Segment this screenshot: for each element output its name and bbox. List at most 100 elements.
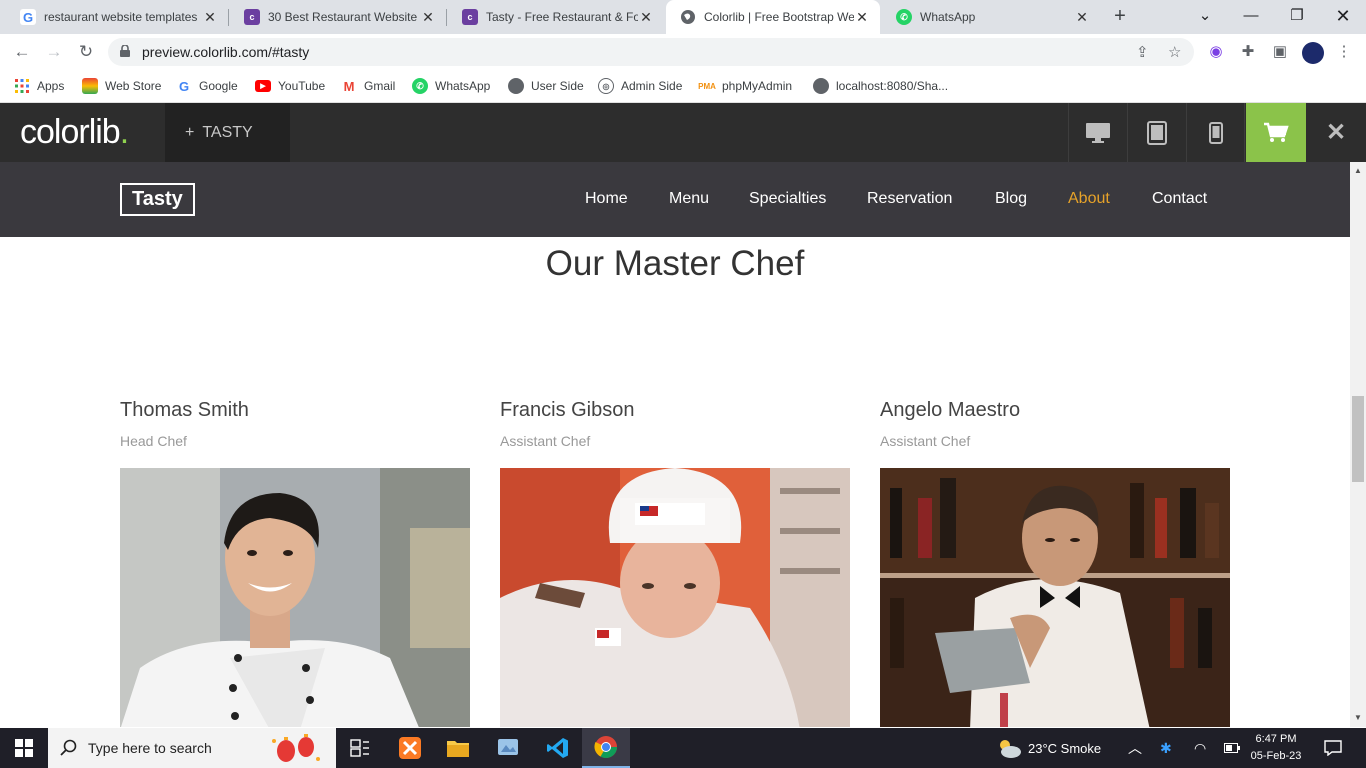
task-view-icon [350,739,369,757]
bookmark-google[interactable]: G Google [176,77,238,95]
tab-best-restaurant-website[interactable]: c 30 Best Restaurant Website T ✕ [230,0,446,34]
bookmark-phpmyadmin[interactable]: PMA phpMyAdmin [698,77,792,95]
theme-label: TASTY [202,124,253,141]
scroll-down-arrow[interactable]: ▼ [1350,711,1366,725]
xampp-button[interactable] [386,728,434,768]
google-icon: G [178,78,190,94]
bookmark-label: User Side [531,79,584,93]
window-close-button[interactable]: ✕ [1320,0,1366,34]
chrome-icon [594,736,617,758]
bookmark-gmail[interactable]: M Gmail [341,77,396,95]
colorlib-logo[interactable]: colorlib. [20,113,130,152]
notifications-icon[interactable] [1324,728,1342,768]
bookmark-admin-side[interactable]: ◎ Admin Side [598,77,682,95]
bookmark-label: localhost:8080/Sha... [836,79,949,93]
bookmark-label: Web Store [105,79,162,93]
nav-specialties[interactable]: Specialties [749,190,826,208]
chef-card: Angelo Maestro Assistant Chef [880,399,1230,727]
theme-selector[interactable]: + TASTY [165,103,290,162]
tab-strip: G restaurant website templates ✕ c 30 Be… [0,0,1366,34]
bookmark-whatsapp[interactable]: ✆ WhatsApp [412,77,490,95]
bookmark-localhost[interactable]: localhost:8080/Sha... [813,77,948,95]
nav-reservation[interactable]: Reservation [867,190,952,208]
back-button[interactable]: ← [10,40,34,64]
restore-button[interactable]: ❐ [1274,0,1320,34]
chef-role: Assistant Chef [880,433,971,449]
share-icon[interactable]: ⇪ [1136,43,1149,61]
puzzle-icon[interactable]: ✚ [1238,42,1258,62]
nav-home[interactable]: Home [585,190,628,208]
tab-whatsapp[interactable]: ✆ WhatsApp ✕ [882,0,1100,34]
tab-search-button[interactable]: ⌄ [1182,0,1228,34]
tablet-view-button[interactable] [1127,103,1186,162]
bookmark-label: WhatsApp [435,79,491,93]
google-icon: G [20,9,36,25]
bookmark-web-store[interactable]: Web Store [82,77,161,95]
nav-contact[interactable]: Contact [1152,190,1207,208]
forward-button[interactable]: → [42,40,66,64]
globe-icon [508,78,524,94]
cart-button[interactable] [1246,103,1306,162]
bookmark-label: Admin Side [621,79,683,93]
bookmark-star-icon[interactable]: ☆ [1168,43,1181,61]
chef-name: Thomas Smith [120,399,249,421]
battery-icon[interactable] [1224,728,1240,768]
windows-logo-icon [15,739,33,757]
extension-icon[interactable]: ◉ [1206,42,1226,62]
weather-widget[interactable]: 23°C Smoke [996,728,1101,768]
menu-kebab-icon[interactable]: ⋮ [1334,42,1354,62]
bookmarks-bar: Apps Web Store G Google ▶ YouTube M Gmai… [0,70,1366,103]
side-panel-icon[interactable]: ▣ [1270,42,1290,62]
bookmark-user-side[interactable]: User Side [508,77,584,95]
nav-about[interactable]: About [1068,190,1110,208]
new-tab-button[interactable]: + [1108,5,1132,29]
address-bar[interactable]: preview.colorlib.com/#tasty ⇪ ☆ [108,38,1194,66]
bookmark-apps[interactable]: Apps [14,77,64,95]
taskbar-search[interactable]: Type here to search [48,728,336,768]
reload-button[interactable]: ↻ [74,40,98,64]
taskbar-clock[interactable]: 6:47 PM 05-Feb-23 [1244,731,1308,765]
desktop-icon [1086,122,1110,143]
bookmark-label: Apps [37,79,65,93]
weather-cloud-icon [1000,740,1021,758]
close-icon[interactable]: ✕ [202,9,218,26]
tab-colorlib-active[interactable]: Colorlib | Free Bootstrap Web ✕ [666,0,880,34]
close-preview-button[interactable]: ✕ [1306,103,1366,162]
start-button[interactable] [0,728,48,768]
search-placeholder: Type here to search [88,740,212,756]
close-icon[interactable]: ✕ [638,9,654,26]
colorlib-icon: c [462,9,478,25]
wifi-icon[interactable]: ◠ [1194,728,1206,768]
tab-tasty-restaurant[interactable]: c Tasty - Free Restaurant & Foo ✕ [448,0,664,34]
tray-overflow-chevron[interactable]: ︿ [1128,728,1142,768]
bookmark-youtube[interactable]: ▶ YouTube [255,77,325,95]
chef-role: Assistant Chef [500,433,591,449]
nav-blog[interactable]: Blog [995,190,1027,208]
vscode-button[interactable] [534,728,582,768]
tab-title: WhatsApp [920,10,976,24]
minimize-button[interactable]: — [1228,0,1274,34]
close-icon[interactable]: ✕ [420,9,436,26]
logo-dot: . [119,113,130,151]
lock-icon[interactable] [120,45,130,57]
close-icon[interactable]: ✕ [854,9,870,26]
desktop-view-button[interactable] [1068,103,1127,162]
site-brand[interactable]: Tasty [120,183,195,216]
xampp-icon [399,737,421,759]
youtube-icon: ▶ [255,80,271,92]
weather-text: 23°C Smoke [1028,740,1102,756]
chrome-button[interactable] [582,728,630,768]
scroll-up-arrow[interactable]: ▲ [1350,164,1366,178]
scrollbar-thumb[interactable] [1352,396,1364,482]
tab-title: 30 Best Restaurant Website T [268,10,420,24]
site-navbar: Tasty Home Menu Specialties Reservation … [0,162,1350,237]
profile-avatar[interactable] [1302,42,1324,64]
snipping-tool-button[interactable] [484,728,532,768]
task-view-button[interactable] [336,728,384,768]
tab-restaurant-templates[interactable]: G restaurant website templates ✕ [6,0,228,34]
mobile-view-button[interactable] [1186,103,1245,162]
nav-menu[interactable]: Menu [669,190,709,208]
close-icon[interactable]: ✕ [1074,9,1090,26]
bluetooth-icon[interactable]: ✱ [1160,728,1172,768]
file-explorer-button[interactable] [434,728,482,768]
